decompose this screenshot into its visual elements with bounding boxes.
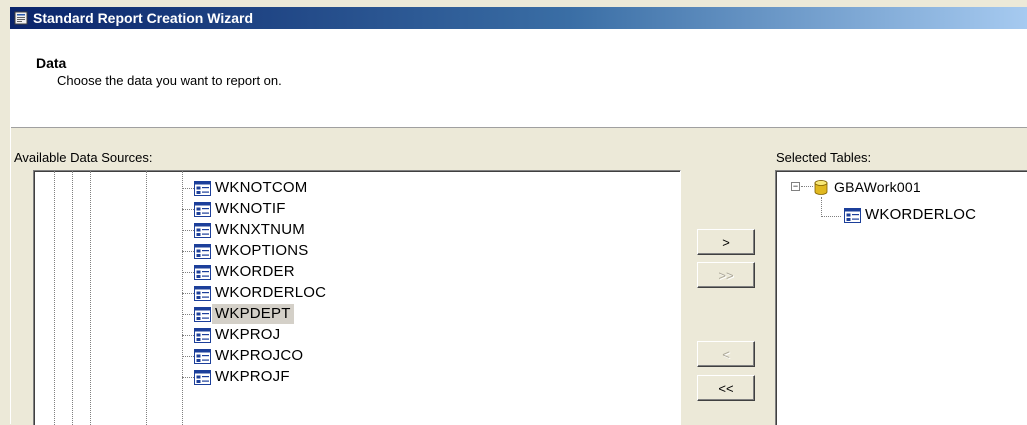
- table-name: WKNXTNUM: [215, 221, 305, 238]
- table-icon: [844, 207, 861, 223]
- tree-item-table[interactable]: WKPDEPT: [194, 304, 294, 324]
- selected-table-item[interactable]: WKORDERLOC: [844, 205, 976, 225]
- table-name: WKPROJ: [215, 326, 281, 343]
- database-icon: [814, 179, 828, 195]
- tree-item-table[interactable]: WKNOTIF: [194, 199, 286, 219]
- step-title: Data: [36, 55, 67, 71]
- table-icon: [194, 264, 211, 280]
- tree-guide: [821, 216, 841, 217]
- add-table-button[interactable]: >: [697, 229, 755, 255]
- tree-item-table[interactable]: WKOPTIONS: [194, 241, 308, 261]
- tree-guide: [821, 197, 822, 217]
- table-name: WKPROJF: [215, 368, 290, 385]
- tree-guide: [54, 171, 55, 425]
- remove-table-button[interactable]: <: [697, 341, 755, 367]
- available-sources-label: Available Data Sources:: [14, 150, 153, 165]
- tree-item-table[interactable]: WKNXTNUM: [194, 220, 305, 240]
- table-name: WKPROJCO: [215, 347, 304, 364]
- table-icon: [194, 243, 211, 259]
- tree-item-table[interactable]: WKORDERLOC: [194, 283, 326, 303]
- table-name: WKNOTIF: [215, 200, 286, 217]
- tree-guide: [182, 188, 194, 189]
- tree-guide: [72, 171, 73, 425]
- table-icon: [194, 222, 211, 238]
- tree-guide: [90, 171, 91, 425]
- table-icon: [194, 285, 211, 301]
- tree-item-table[interactable]: WKPROJF: [194, 367, 290, 387]
- tree-guide: [182, 251, 194, 252]
- tree-guide: [182, 230, 194, 231]
- title-bar: Standard Report Creation Wizard: [10, 7, 1027, 29]
- available-sources-tree[interactable]: WKNOTCOM WKNOTIF WKNXTNUM WKOPTIONS WKORDER W…: [33, 170, 681, 425]
- tree-item-table[interactable]: WKPROJ: [194, 325, 280, 345]
- table-name: WKOPTIONS: [215, 242, 309, 259]
- wizard-header: Data Choose the data you want to report …: [10, 29, 1027, 128]
- table-icon: [194, 306, 211, 322]
- step-subtitle: Choose the data you want to report on.: [57, 73, 282, 88]
- selected-tables-tree[interactable]: − GBAWork001 WKORDERLOC: [775, 170, 1027, 425]
- tree-guide: [182, 314, 194, 315]
- table-icon: [194, 180, 211, 196]
- table-icon: [194, 201, 211, 217]
- tree-guide: [182, 209, 194, 210]
- table-icon: [194, 369, 211, 385]
- database-name: GBAWork001: [834, 179, 921, 195]
- tree-guide: [146, 171, 147, 425]
- tree-root-database[interactable]: GBAWork001: [814, 177, 921, 197]
- tree-guide: [182, 377, 194, 378]
- table-name: WKPDEPT: [212, 304, 294, 324]
- table-name: WKNOTCOM: [215, 179, 308, 196]
- table-icon: [194, 327, 211, 343]
- tree-guide: [801, 186, 813, 187]
- tree-guide: [182, 335, 194, 336]
- tree-item-table[interactable]: WKPROJCO: [194, 346, 303, 366]
- tree-guide: [182, 293, 194, 294]
- table-icon: [194, 348, 211, 364]
- tree-item-table[interactable]: WKNOTCOM: [194, 178, 307, 198]
- tree-item-table[interactable]: WKORDER: [194, 262, 295, 282]
- table-name: WKORDERLOC: [215, 284, 327, 301]
- remove-all-tables-button[interactable]: <<: [697, 375, 755, 401]
- table-name: WKORDERLOC: [865, 206, 977, 223]
- add-all-tables-button[interactable]: >>: [697, 262, 755, 288]
- window-title: Standard Report Creation Wizard: [33, 10, 254, 26]
- tree-guide: [182, 272, 194, 273]
- table-name: WKORDER: [215, 263, 295, 280]
- tree-guide: [182, 356, 194, 357]
- wizard-icon: [14, 11, 28, 25]
- selected-tables-label: Selected Tables:: [776, 150, 872, 165]
- left-edge: [10, 127, 11, 424]
- collapse-toggle[interactable]: −: [791, 182, 800, 191]
